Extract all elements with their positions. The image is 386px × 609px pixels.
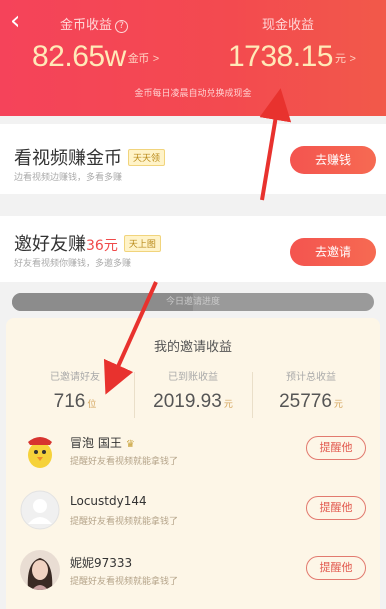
friend-subtitle: 提醒好友看视频就能拿钱了 [70,457,179,467]
invite-earnings-title: 我的邀请收益 [153,340,232,355]
coin-earnings-label: 金币收益? [60,14,129,33]
stat-divider [252,372,253,418]
avatar [20,430,60,470]
friend-subtitle: 提醒好友看视频就能拿钱了 [70,517,179,527]
stat-divider [134,372,135,418]
avatar [20,490,60,530]
stat-estimated-earnings: 预计总收益 25776 元 [256,368,366,413]
watch-video-card: 看视频赚金币 天天领 边看视频边赚钱，多看多赚 去赚钱 [0,124,386,194]
remind-button[interactable]: 提醒他 [306,556,366,580]
cash-balance[interactable]: 1738.15 元 > [228,40,356,74]
cash-balance-value: 1738.15 [228,40,333,73]
friend-name: Locustdy144 [70,494,147,508]
stat-received-earnings: 已到账收益 2019.93 元 [138,368,248,413]
coin-balance[interactable]: 82.65w 金币 > [32,40,159,74]
watch-video-subtitle: 边看视频边赚钱，多看多赚 [14,173,123,183]
exchange-note: 金币每日凌晨自动兑换成现金 [134,89,252,99]
coin-earnings-label-text: 金币收益 [60,18,113,33]
friend-name-text: 冒泡 国王 [70,436,122,450]
stat-value: 25776 元 [256,391,366,413]
friend-name: 妮妮97333 [70,556,133,570]
friend-row: Locustdy144 提醒好友看视频就能拿钱了 提醒他 [20,490,370,536]
go-earn-button[interactable]: 去赚钱 [290,146,376,174]
chevron-right-icon: > [152,53,159,65]
cash-earnings-label: 现金收益 [262,18,315,33]
invite-progress-bar: 今日邀请进度 [12,293,374,311]
default-avatar-icon [20,490,60,530]
invite-friends-card: 邀好友赚36元 天上图 好友看视频你赚钱，多邀多赚 去邀请 [0,216,386,282]
invite-reward-amount: 36元 [86,238,118,254]
watch-video-title: 看视频赚金币 天天领 [14,144,166,170]
stat-value-number: 716 [53,391,86,412]
remind-button[interactable]: 提醒他 [306,436,366,460]
stat-value-number: 2019.93 [153,391,222,412]
stat-value: 2019.93 元 [138,391,248,413]
chevron-left-icon[interactable]: ‹ [10,8,20,34]
coin-unit: 金币 > [128,53,159,65]
invite-earnings-panel: 我的邀请收益 已邀请好友 716 位 已到账收益 2019.93 元 预计总收益 2… [6,318,380,609]
avatar-chick-image [20,430,60,470]
invite-friends-title: 邀好友赚36元 天上图 [14,230,161,256]
avatar [20,550,60,590]
stat-invited-friends: 已邀请好友 716 位 [20,368,130,413]
daily-tag: 天天领 [128,149,166,166]
help-icon[interactable]: ? [115,20,129,33]
friend-subtitle: 提醒好友看视频就能拿钱了 [70,577,179,587]
coin-unit-text: 金币 [127,53,150,65]
crown-icon: ♛ [125,439,135,450]
stat-unit: 位 [87,399,97,409]
stat-unit: 元 [223,399,233,409]
friend-name: 冒泡 国王 ♛ [70,434,135,451]
go-invite-button[interactable]: 去邀请 [290,238,376,266]
earnings-header: ‹ 金币收益? 现金收益 82.65w 金币 > 1738.15 元 > 金币每日凌晨自… [0,0,386,116]
cash-unit: 元 > [334,53,356,65]
avatar-photo-image [20,550,60,590]
stat-label: 已到账收益 [168,372,218,383]
stat-label: 预计总收益 [286,372,336,383]
invite-progress-text: 今日邀请进度 [165,297,220,307]
stat-unit: 元 [333,399,343,409]
invite-tag: 天上图 [123,235,161,252]
watch-video-title-text: 看视频赚金币 [14,148,122,169]
friend-row: 妮妮97333 提醒好友看视频就能拿钱了 提醒他 [20,550,370,596]
cash-unit-text: 元 [334,53,346,65]
chevron-right-icon: > [349,53,356,65]
invite-friends-subtitle: 好友看视频你赚钱，多邀多赚 [14,259,132,269]
remind-button[interactable]: 提醒他 [306,496,366,520]
coin-balance-value: 82.65w [32,40,126,73]
stat-value-number: 25776 [279,391,332,412]
friend-row: 冒泡 国王 ♛ 提醒好友看视频就能拿钱了 提醒他 [20,430,370,476]
invite-title-prefix: 邀好友赚 [14,234,86,255]
stat-label: 已邀请好友 [50,372,100,383]
stat-value: 716 位 [20,391,130,413]
